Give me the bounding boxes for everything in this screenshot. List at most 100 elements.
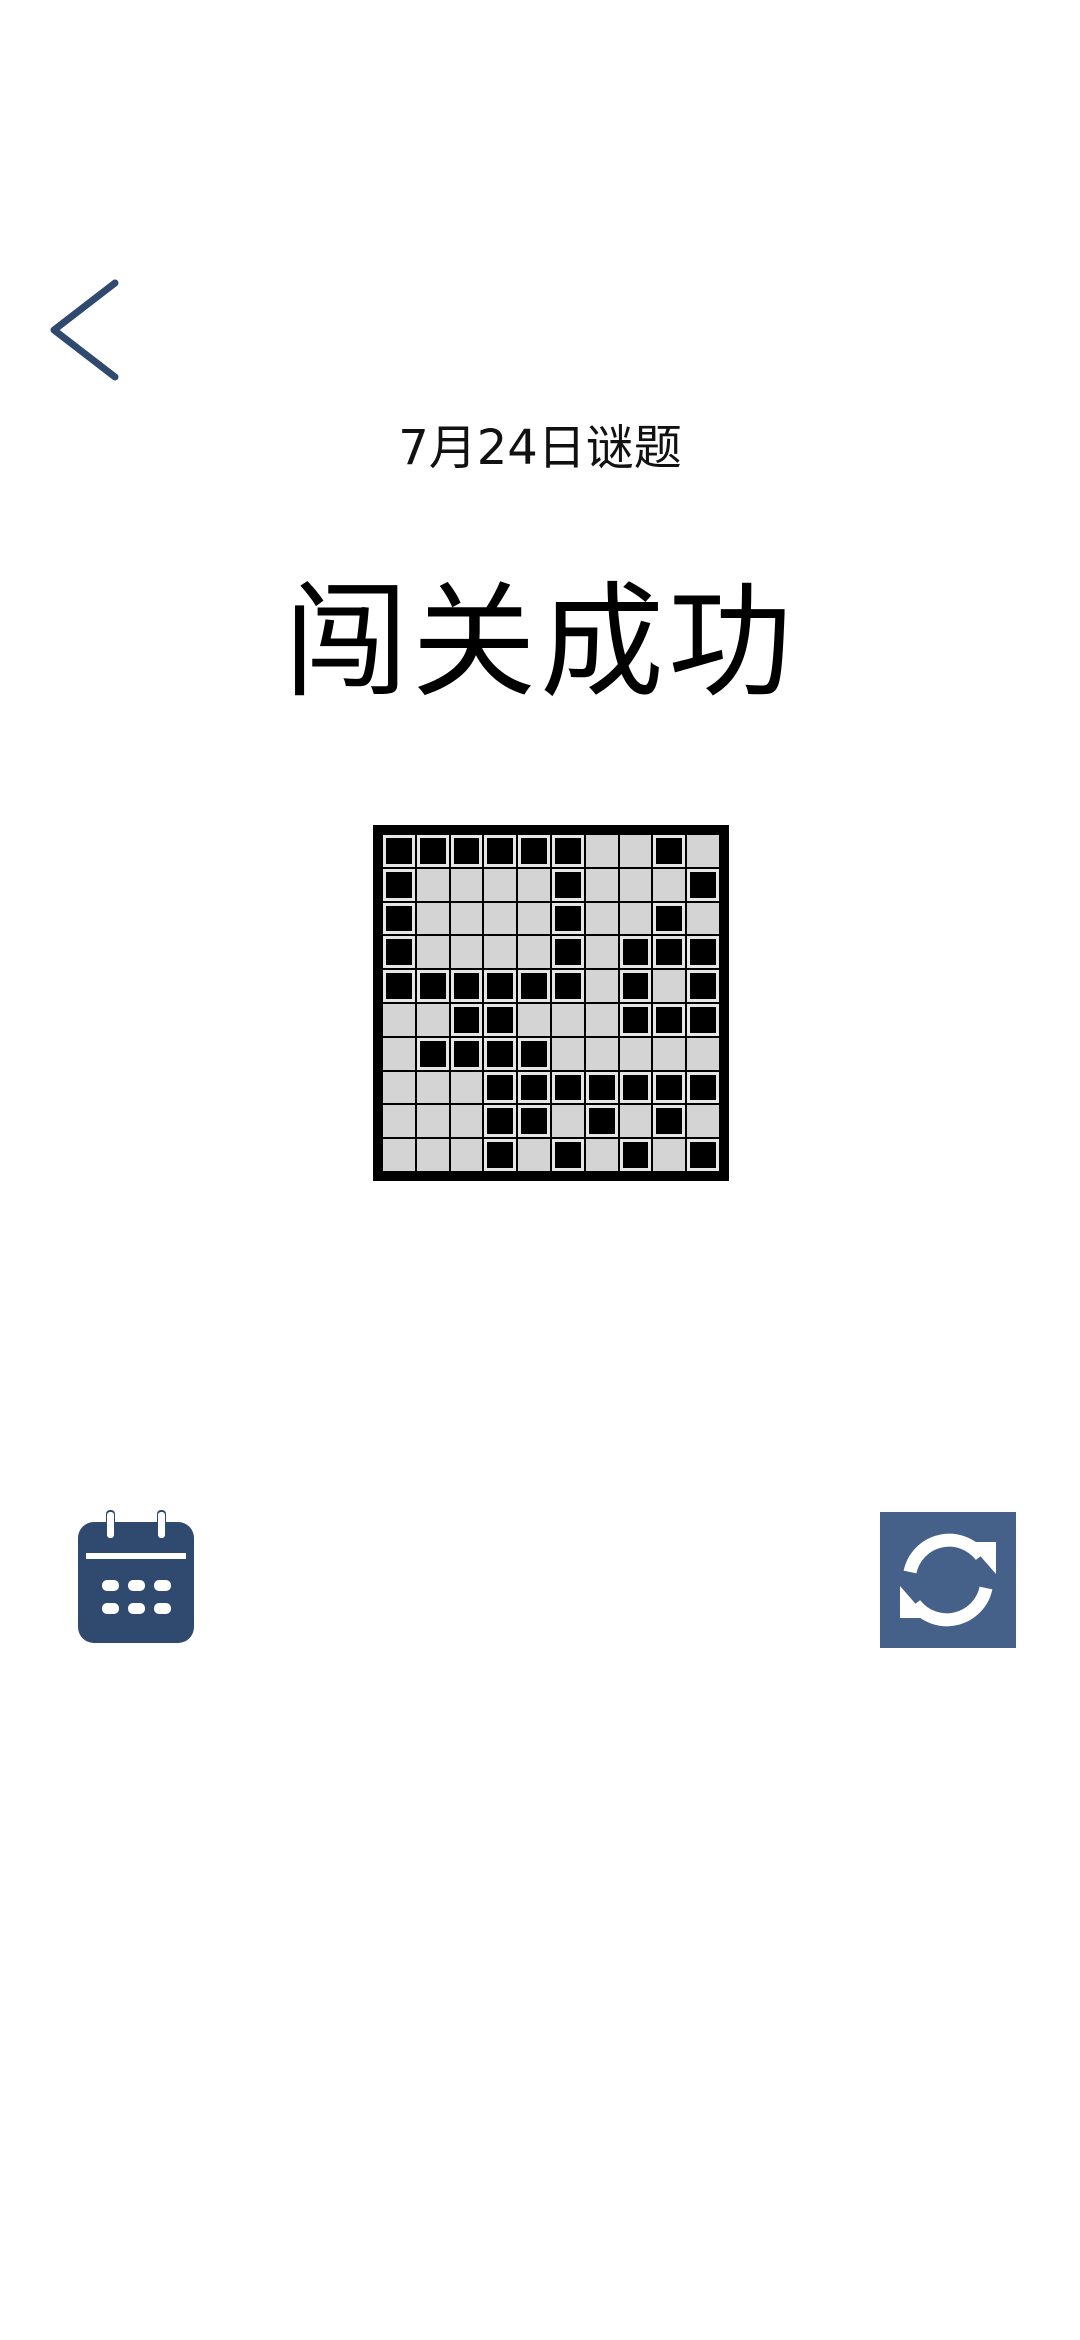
filled-cell[interactable] [450, 1003, 483, 1036]
filled-cell[interactable] [484, 835, 517, 867]
filled-cell[interactable] [619, 1139, 652, 1171]
empty-cell[interactable] [653, 1139, 686, 1171]
empty-cell[interactable] [518, 1003, 550, 1036]
empty-cell[interactable] [653, 970, 686, 1002]
empty-cell[interactable] [383, 1105, 415, 1138]
filled-cell[interactable] [687, 1003, 719, 1036]
filled-cell[interactable] [619, 1071, 652, 1104]
filled-cell[interactable] [484, 1037, 517, 1070]
filled-cell[interactable] [551, 868, 584, 901]
empty-cell[interactable] [484, 936, 517, 969]
empty-cell[interactable] [416, 1071, 449, 1104]
filled-cell[interactable] [484, 1105, 517, 1138]
empty-cell[interactable] [518, 868, 550, 901]
filled-cell[interactable] [450, 835, 483, 867]
empty-cell[interactable] [619, 835, 652, 867]
empty-cell[interactable] [585, 868, 618, 901]
empty-cell[interactable] [585, 936, 618, 969]
filled-cell[interactable] [416, 970, 449, 1002]
filled-cell[interactable] [687, 1071, 719, 1104]
filled-cell[interactable] [484, 970, 517, 1002]
empty-cell[interactable] [551, 1037, 584, 1070]
empty-cell[interactable] [619, 1105, 652, 1138]
filled-cell[interactable] [518, 1105, 550, 1138]
filled-cell[interactable] [416, 835, 449, 867]
filled-cell[interactable] [383, 970, 415, 1002]
empty-cell[interactable] [687, 835, 719, 867]
filled-cell[interactable] [551, 835, 584, 867]
empty-cell[interactable] [585, 1139, 618, 1171]
filled-cell[interactable] [653, 1071, 686, 1104]
empty-cell[interactable] [484, 868, 517, 901]
empty-cell[interactable] [585, 970, 618, 1002]
empty-cell[interactable] [450, 1071, 483, 1104]
filled-cell[interactable] [416, 1037, 449, 1070]
empty-cell[interactable] [687, 1105, 719, 1138]
filled-cell[interactable] [653, 902, 686, 935]
empty-cell[interactable] [585, 835, 618, 867]
filled-cell[interactable] [687, 970, 719, 1002]
filled-cell[interactable] [619, 970, 652, 1002]
empty-cell[interactable] [416, 1105, 449, 1138]
empty-cell[interactable] [416, 936, 449, 969]
empty-cell[interactable] [518, 936, 550, 969]
empty-cell[interactable] [653, 1037, 686, 1070]
empty-cell[interactable] [551, 1105, 584, 1138]
filled-cell[interactable] [687, 936, 719, 969]
empty-cell[interactable] [450, 1105, 483, 1138]
filled-cell[interactable] [450, 970, 483, 1002]
filled-cell[interactable] [484, 1139, 517, 1171]
empty-cell[interactable] [585, 1037, 618, 1070]
filled-cell[interactable] [551, 1071, 584, 1104]
empty-cell[interactable] [416, 902, 449, 935]
empty-cell[interactable] [484, 902, 517, 935]
empty-cell[interactable] [585, 1003, 618, 1036]
filled-cell[interactable] [383, 902, 415, 935]
filled-cell[interactable] [687, 868, 719, 901]
empty-cell[interactable] [450, 868, 483, 901]
empty-cell[interactable] [416, 868, 449, 901]
empty-cell[interactable] [653, 868, 686, 901]
filled-cell[interactable] [383, 835, 415, 867]
filled-cell[interactable] [551, 1139, 584, 1171]
filled-cell[interactable] [383, 868, 415, 901]
filled-cell[interactable] [551, 936, 584, 969]
empty-cell[interactable] [383, 1071, 415, 1104]
empty-cell[interactable] [450, 902, 483, 935]
refresh-button[interactable] [880, 1512, 1016, 1648]
filled-cell[interactable] [619, 1003, 652, 1036]
empty-cell[interactable] [551, 1003, 584, 1036]
filled-cell[interactable] [619, 936, 652, 969]
filled-cell[interactable] [585, 1105, 618, 1138]
empty-cell[interactable] [619, 902, 652, 935]
filled-cell[interactable] [518, 1071, 550, 1104]
filled-cell[interactable] [518, 835, 550, 867]
filled-cell[interactable] [653, 1105, 686, 1138]
empty-cell[interactable] [619, 1037, 652, 1070]
empty-cell[interactable] [383, 1037, 415, 1070]
empty-cell[interactable] [383, 1003, 415, 1036]
empty-cell[interactable] [383, 1139, 415, 1171]
empty-cell[interactable] [518, 1139, 550, 1171]
empty-cell[interactable] [450, 1139, 483, 1171]
calendar-button[interactable] [78, 1510, 194, 1643]
empty-cell[interactable] [416, 1139, 449, 1171]
filled-cell[interactable] [551, 902, 584, 935]
filled-cell[interactable] [653, 936, 686, 969]
filled-cell[interactable] [484, 1003, 517, 1036]
empty-cell[interactable] [518, 902, 550, 935]
empty-cell[interactable] [687, 1037, 719, 1070]
filled-cell[interactable] [551, 970, 584, 1002]
back-button[interactable] [40, 275, 130, 385]
filled-cell[interactable] [518, 1037, 550, 1070]
empty-cell[interactable] [687, 902, 719, 935]
filled-cell[interactable] [687, 1139, 719, 1171]
filled-cell[interactable] [653, 1003, 686, 1036]
empty-cell[interactable] [416, 1003, 449, 1036]
empty-cell[interactable] [450, 936, 483, 969]
filled-cell[interactable] [383, 936, 415, 969]
filled-cell[interactable] [585, 1071, 618, 1104]
filled-cell[interactable] [653, 835, 686, 867]
filled-cell[interactable] [484, 1071, 517, 1104]
empty-cell[interactable] [585, 902, 618, 935]
